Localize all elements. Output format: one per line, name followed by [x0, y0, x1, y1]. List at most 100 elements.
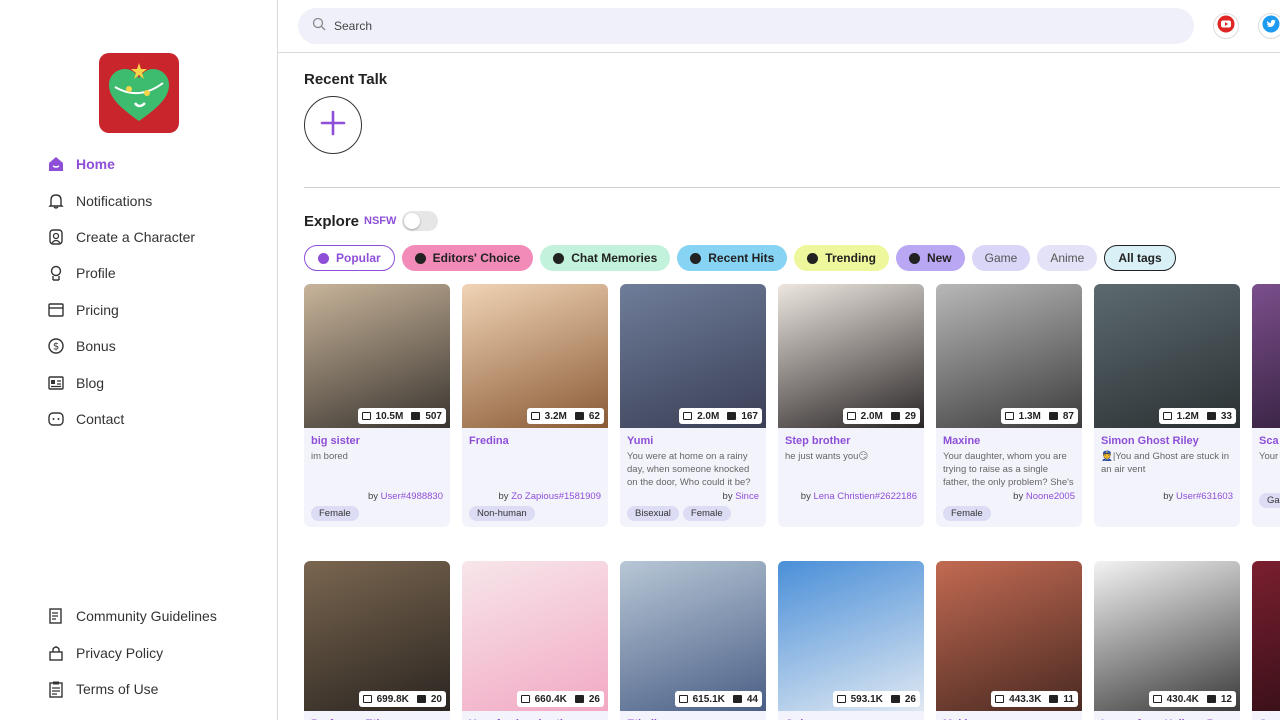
author-link[interactable]: Lena Christien#2622186	[813, 491, 917, 502]
tag-filter-bar: Popular Editors' Choice Chat Memories Recen…	[304, 245, 1176, 271]
save-count: 29	[904, 410, 916, 422]
save-count-icon	[1049, 695, 1059, 703]
tag-trending[interactable]: Trending	[794, 245, 889, 271]
card-body: Simon Ghost Riley 👮|You and Ghost are stu…	[1094, 428, 1240, 512]
character-card[interactable]: Sca Your Ga	[1252, 284, 1280, 527]
author-link[interactable]: User#4988830	[381, 491, 443, 502]
chat-count-icon	[361, 412, 371, 420]
chat-count-icon	[1004, 412, 1014, 420]
author-link[interactable]: User#631603	[1176, 491, 1233, 502]
tag-new[interactable]: New	[895, 245, 965, 271]
character-card[interactable]: 2.0M 167 Yumi You were at home on a rainy d…	[620, 284, 766, 527]
dollar-icon: $	[46, 336, 66, 356]
card-stats: 2.0M 29	[842, 408, 920, 424]
nav-profile[interactable]: Profile	[46, 255, 266, 291]
character-name[interactable]: Step brother	[785, 435, 917, 447]
character-name[interactable]: Maxine	[943, 435, 1075, 447]
author-link[interactable]: Zo Zapious#1581909	[511, 491, 601, 502]
character-name[interactable]: Fredina	[469, 435, 601, 447]
tag-label: Popular	[336, 251, 381, 265]
nav-community-guidelines[interactable]: Community Guidelines	[46, 598, 266, 634]
heart-logo-icon	[109, 63, 169, 121]
twitter-button[interactable]	[1258, 13, 1280, 39]
character-thumbnail[interactable]: 1.3M 87	[936, 284, 1082, 428]
chat-count-icon	[836, 695, 846, 703]
character-thumbnail[interactable]: 660.4K 26	[462, 561, 608, 711]
character-tag[interactable]: Female	[311, 506, 359, 521]
character-card[interactable]: 1.2M 33 Simon Ghost Riley 👮|You and Ghost a…	[1094, 284, 1240, 527]
card-stats: 430.4K 12	[1148, 691, 1236, 707]
main-content: Recent Talk Explore NSFW Popular Editors'…	[278, 53, 1280, 720]
character-tags: Female	[311, 506, 443, 521]
character-tag[interactable]: Bisexual	[627, 506, 679, 521]
character-thumbnail[interactable]: 10.5M 507	[304, 284, 450, 428]
topbar	[278, 0, 1280, 53]
character-card[interactable]: 10.5M 507 big sister im bored by User#498883…	[304, 284, 450, 527]
tag-popular[interactable]: Popular	[304, 245, 395, 271]
character-thumbnail[interactable]: 430.4K 12	[1094, 561, 1240, 711]
card-body: Loona from Helluva Boss	[1094, 711, 1240, 720]
character-tag[interactable]: Female	[943, 506, 991, 521]
character-thumbnail[interactable]: 1.2M 33	[1094, 284, 1240, 428]
tag-icon	[690, 252, 702, 264]
character-card[interactable]: 443.3K 11 Makima	[936, 561, 1082, 720]
nav-terms-of-use[interactable]: Terms of Use	[46, 671, 266, 707]
app-logo[interactable]	[99, 53, 179, 133]
character-card[interactable]: 615.1K 44 Ethelle	[620, 561, 766, 720]
nav-bonus[interactable]: $ Bonus	[46, 328, 266, 364]
footer-nav: Community Guidelines Privacy Policy Term…	[46, 598, 266, 707]
tag-label: New	[926, 251, 952, 265]
nav-privacy-policy[interactable]: Privacy Policy	[46, 634, 266, 670]
character-tag[interactable]: Female	[682, 506, 731, 521]
recent-talk-title: Recent Talk	[304, 71, 388, 88]
tag-game[interactable]: Game	[971, 245, 1031, 271]
youtube-button[interactable]	[1213, 13, 1239, 39]
character-card[interactable]: 593.1K 26 Gojo	[778, 561, 924, 720]
character-tag[interactable]: Ga	[1259, 493, 1280, 508]
tag-anime[interactable]: Anime	[1037, 245, 1098, 271]
character-row-2: 699.8K 20 Professor Ethan 660.4K 26 Your femb…	[304, 561, 1280, 720]
character-card[interactable]: 660.4K 26 Your femboy brother	[462, 561, 608, 720]
character-card[interactable]: 1.3M 87 Maxine Your daughter, whom you are …	[936, 284, 1082, 527]
tag-chat-memories[interactable]: Chat Memories	[540, 245, 671, 271]
tag-all-tags[interactable]: All tags	[1104, 245, 1176, 271]
nsfw-toggle[interactable]	[402, 211, 438, 231]
add-recent-talk-button[interactable]	[304, 96, 362, 154]
character-card[interactable]: 3.2M 62 Fredina by Zo Zapious#1581909 Non-hu…	[462, 284, 608, 527]
character-thumbnail[interactable]: 699.8K 20	[304, 561, 450, 711]
search-input[interactable]	[334, 19, 1134, 33]
character-row-1: 10.5M 507 big sister im bored by User#498883…	[304, 284, 1280, 527]
character-thumbnail[interactable]	[1252, 284, 1280, 428]
character-card[interactable]: Cu	[1252, 561, 1280, 720]
character-tag[interactable]: Non-human	[469, 506, 535, 521]
nav-home[interactable]: Home	[46, 146, 266, 182]
character-name[interactable]: big sister	[311, 435, 443, 447]
twitter-icon	[1262, 15, 1280, 38]
tag-recent-hits[interactable]: Recent Hits	[677, 245, 788, 271]
nav-blog[interactable]: Blog	[46, 364, 266, 400]
character-card[interactable]: 430.4K 12 Loona from Helluva Boss	[1094, 561, 1240, 720]
nav-pricing[interactable]: Pricing	[46, 292, 266, 328]
character-card[interactable]: 699.8K 20 Professor Ethan	[304, 561, 450, 720]
save-count: 12	[1220, 693, 1232, 705]
character-card[interactable]: 2.0M 29 Step brother he just wants you😏 by L…	[778, 284, 924, 527]
character-thumbnail[interactable]: 443.3K 11	[936, 561, 1082, 711]
character-name[interactable]: Yumi	[627, 435, 759, 447]
character-thumbnail[interactable]: 593.1K 26	[778, 561, 924, 711]
character-thumbnail[interactable]: 2.0M 167	[620, 284, 766, 428]
search-bar[interactable]	[298, 8, 1194, 44]
tag-editors-choice[interactable]: Editors' Choice	[401, 245, 534, 271]
character-thumbnail[interactable]	[1252, 561, 1280, 711]
character-thumbnail[interactable]: 3.2M 62	[462, 284, 608, 428]
chat-count: 2.0M	[860, 410, 883, 422]
nav-notifications[interactable]: Notifications	[46, 182, 266, 218]
character-thumbnail[interactable]: 2.0M 29	[778, 284, 924, 428]
author-link[interactable]: Noone2005	[1026, 491, 1075, 502]
character-name[interactable]: Simon Ghost Riley	[1101, 435, 1233, 447]
nav-create-character[interactable]: Create a Character	[46, 219, 266, 255]
character-name[interactable]: Sca	[1259, 435, 1280, 447]
character-thumbnail[interactable]: 615.1K 44	[620, 561, 766, 711]
author-link[interactable]: Since	[735, 491, 759, 502]
nav-contact[interactable]: Contact	[46, 401, 266, 437]
save-count-icon	[1206, 695, 1216, 703]
